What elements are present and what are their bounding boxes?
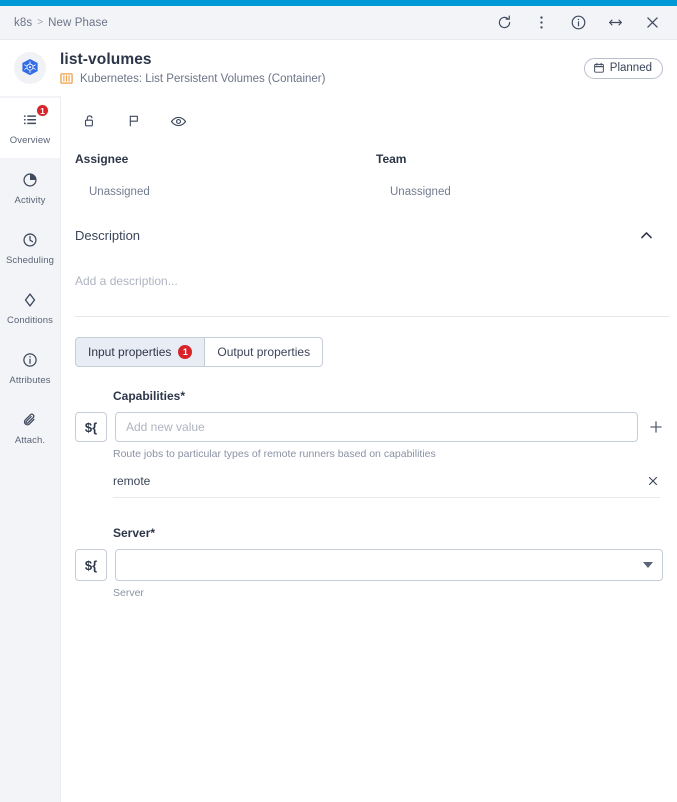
chrome-icon-group [496,14,665,31]
team-value[interactable]: Unassigned [376,186,677,198]
tab-output-properties[interactable]: Output properties [205,337,324,367]
sidebar-item-conditions[interactable]: Conditions [0,278,60,338]
main-content: Assignee Unassigned Team Unassigned Desc… [61,96,677,802]
action-toolbar [61,96,677,130]
flag-icon[interactable] [125,112,143,130]
server-label-text: Server [113,526,151,540]
capabilities-row: ${ [61,403,677,442]
required-marker: * [150,526,156,540]
window-chrome: k8s > New Phase [0,6,677,40]
container-icon [60,72,73,85]
server-label: Server* [61,498,677,540]
sidebar-item-activity[interactable]: Activity [0,158,60,218]
server-select[interactable] [115,549,663,581]
sidebar-item-label: Attributes [9,375,51,386]
tab-label: Output properties [217,345,311,359]
header-text-block: list-volumes Kubernetes: List Persistent… [60,51,584,85]
assignee-value[interactable]: Unassigned [75,186,376,198]
body-split: 1 Overview Activity Scheduling Condition… [0,96,677,802]
team-block: Team Unassigned [376,152,677,198]
properties-tabs: Input properties 1 Output properties [75,337,677,367]
clock-icon [20,230,40,250]
sidebar-item-scheduling[interactable]: Scheduling [0,218,60,278]
properties-form: Capabilities* ${ Route jobs to particula… [61,367,677,599]
info-icon[interactable] [570,14,587,31]
breadcrumb-separator: > [37,17,44,28]
capabilities-label: Capabilities* [61,389,677,403]
unlock-icon[interactable] [81,112,99,130]
close-icon[interactable] [644,14,661,31]
assignee-label: Assignee [75,152,129,166]
kubernetes-logo [14,52,46,84]
status-badge[interactable]: Planned [583,57,663,79]
sidebar-item-attributes[interactable]: Attributes [0,338,60,398]
pie-chart-icon [20,170,40,190]
sidebar-item-label: Activity [14,195,46,206]
breadcrumb-current: New Phase [48,16,108,29]
server-select-wrap [115,549,663,581]
breadcrumb-root[interactable]: k8s [14,17,32,29]
close-icon[interactable] [646,474,660,488]
sidebar-item-overview[interactable]: 1 Overview [0,98,60,158]
tab-badge-input: 1 [178,345,193,359]
page-subtitle: Kubernetes: List Persistent Volumes (Con… [80,72,326,85]
description-title: Description [75,227,141,243]
sidebar-badge-overview: 1 [36,104,49,117]
task-header: list-volumes Kubernetes: List Persistent… [0,40,677,96]
server-help-text: Server [113,587,144,599]
server-expression-button[interactable]: ${ [75,549,107,581]
sidebar-item-label: Conditions [7,315,53,326]
status-badge-label: Planned [609,62,652,74]
sidebar-item-label: Overview [9,135,51,146]
capabilities-help-text: Route jobs to particular types of remote… [113,448,436,460]
capabilities-input[interactable] [115,412,638,442]
more-vertical-icon[interactable] [533,14,550,31]
server-row: ${ [61,540,677,581]
assignee-block: Assignee Unassigned [75,152,376,198]
list-icon: 1 [20,104,49,130]
capabilities-value-text: remote [113,474,151,488]
section-divider [75,316,670,317]
sidebar: 1 Overview Activity Scheduling Condition… [0,96,61,802]
required-marker: * [180,389,186,403]
meta-row: Assignee Unassigned Team Unassigned [61,130,677,198]
calendar-icon [593,62,605,74]
tab-input-properties[interactable]: Input properties 1 [75,337,206,367]
sidebar-item-label: Scheduling [5,255,54,266]
sidebar-item-attachments[interactable]: Attach. [0,398,60,458]
capabilities-label-text: Capabilities [113,389,181,403]
sidebar-item-label: Attach. [14,435,46,446]
plus-icon[interactable] [646,417,666,437]
info-icon [20,350,40,370]
refresh-icon[interactable] [496,14,513,31]
capabilities-value-row: remote [113,474,660,498]
resize-horizontal-icon[interactable] [607,14,624,31]
tab-label: Input properties [88,345,172,359]
diamond-icon [20,290,40,310]
chevron-up-icon[interactable] [637,226,655,244]
team-label: Team [376,152,407,166]
description-header: Description [61,198,677,244]
eye-icon[interactable] [169,112,187,130]
paperclip-icon [20,410,40,430]
breadcrumb: k8s > New Phase [14,17,108,29]
task-details-panel: k8s > New Phase list-volumes Kubernetes:… [0,0,677,802]
subtitle-row: Kubernetes: List Persistent Volumes (Con… [60,72,584,85]
capabilities-expression-button[interactable]: ${ [75,412,107,442]
page-title: list-volumes [60,51,152,68]
description-input[interactable]: Add a description... [61,244,677,288]
